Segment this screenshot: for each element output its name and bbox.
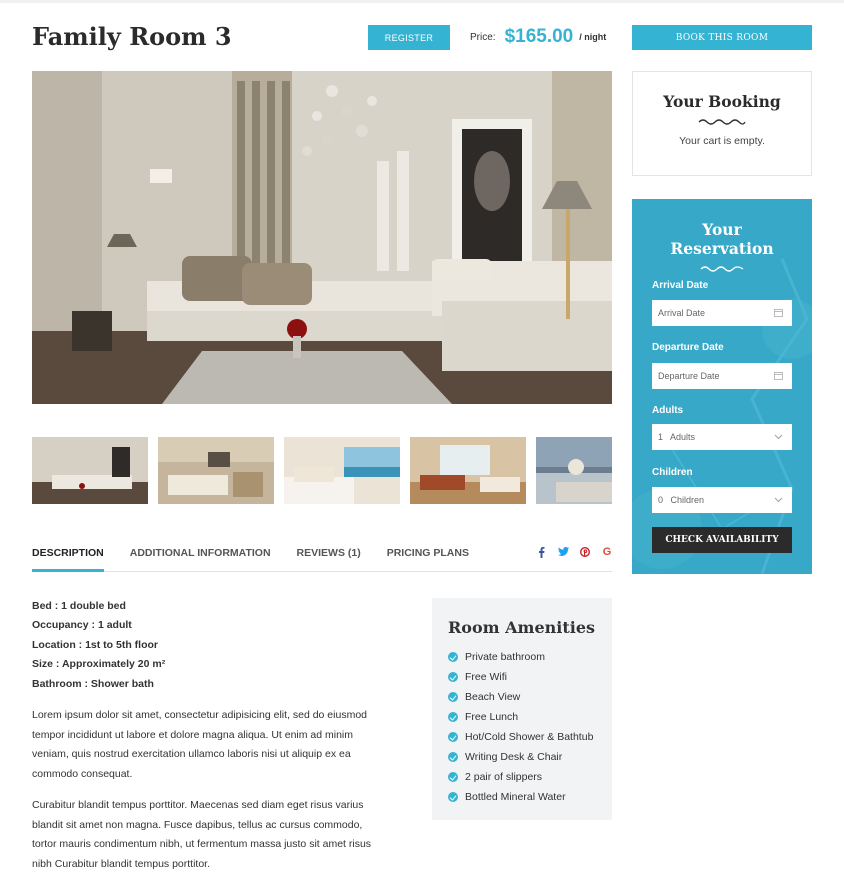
pinterest-icon[interactable] [579,546,591,561]
book-this-room-button[interactable]: Book This Room [632,25,812,50]
living-room-photo [32,71,612,404]
top-border [0,0,844,3]
tab-description[interactable]: Description [32,537,104,572]
check-circle-icon [448,772,458,782]
register-button[interactable]: Register [368,25,450,50]
fact-location: Location : 1st to 5th floor [32,638,158,651]
thumbnail-2[interactable] [158,437,274,504]
tab-reviews[interactable]: Reviews (1) [297,537,361,572]
thumbnail-3[interactable] [284,437,400,504]
google-icon[interactable]: G [602,547,612,561]
thumbnail-5[interactable] [536,437,612,504]
page-title: Family Room 3 [32,22,232,51]
amenity-item: Beach View [448,687,596,707]
arrival-date-input[interactable]: Arrival Date [652,300,792,326]
photo-thumbnails [32,437,612,504]
booking-title: Your Booking [663,92,781,111]
room-main-photo[interactable] [32,71,612,404]
thumbnail-4[interactable] [410,437,526,504]
departure-date-input[interactable]: Departure Date [652,363,792,389]
amenity-item: Bottled Mineral Water [448,787,596,807]
check-circle-icon [448,752,458,762]
amenity-item: Free Wifi [448,667,596,687]
children-select[interactable]: 0 Children [652,487,792,513]
description-paragraph: Lorem ipsum dolor sit amet, consectetur … [32,709,367,780]
check-circle-icon [448,692,458,702]
calendar-icon [774,309,783,317]
chevron-down-icon [774,434,783,440]
reservation-title: Your Reservation [670,220,774,258]
twitter-icon[interactable] [558,546,569,561]
price-label: Price: [470,31,496,43]
thumbnail-1[interactable] [32,437,148,504]
fact-size: Size : Approximately 20 m² [32,658,166,671]
check-circle-icon [448,712,458,722]
check-availability-button[interactable]: Check Availability [652,527,792,553]
check-circle-icon [448,672,458,682]
tab-additional-information[interactable]: Additional Information [130,537,271,572]
amenity-item: Writing Desk & Chair [448,747,596,767]
fact-occupancy: Occupancy : 1 adult [32,619,132,632]
chevron-down-icon [774,497,783,503]
room-amenities: Room Amenities Private bathroom Free Wif… [432,598,612,820]
social-share: G [536,537,612,561]
price-unit: / night [579,32,607,42]
check-circle-icon [448,792,458,802]
amenity-item: Hot/Cold Shower & Bathtub [448,727,596,747]
departure-date-label: Departure Date [652,342,724,353]
wave-divider-icon [700,266,744,272]
fact-bathroom: Bathroom : Shower bath [32,677,154,690]
check-circle-icon [448,732,458,742]
fact-bed: Bed : 1 double bed [32,600,126,612]
adults-label: Adults [652,405,684,416]
cart-empty-text: Your cart is empty. [679,135,765,147]
amenity-item: Private bathroom [448,647,596,667]
room-facts: Bed : 1 double bed Occupancy : 1 adult L… [32,600,165,697]
description-paragraph: Curabitur blandit tempus porttitor. Maec… [32,799,372,870]
amenities-title: Room Amenities [448,618,596,637]
wave-divider-icon [698,119,746,125]
price-value: $165.00 [504,26,574,47]
adults-select[interactable]: 1 Adults [652,424,792,450]
room-tabs: Description Additional Information Revie… [32,537,612,572]
reservation-content: Your Reservation Arrival Date Arrival Da… [652,199,792,553]
amenity-item: Free Lunch [448,707,596,727]
arrival-date-label: Arrival Date [652,280,709,291]
reservation-form: Your Reservation Arrival Date Arrival Da… [632,199,812,574]
tab-pricing-plans[interactable]: Pricing Plans [387,537,469,572]
amenity-item: 2 pair of slippers [448,767,596,787]
children-label: Children [652,467,693,478]
check-circle-icon [448,652,458,662]
calendar-icon [774,372,783,380]
facebook-icon[interactable] [536,547,546,561]
your-booking-widget: Your Booking Your cart is empty. [632,71,812,176]
price-display: Price: $165.00 / night [470,24,606,50]
